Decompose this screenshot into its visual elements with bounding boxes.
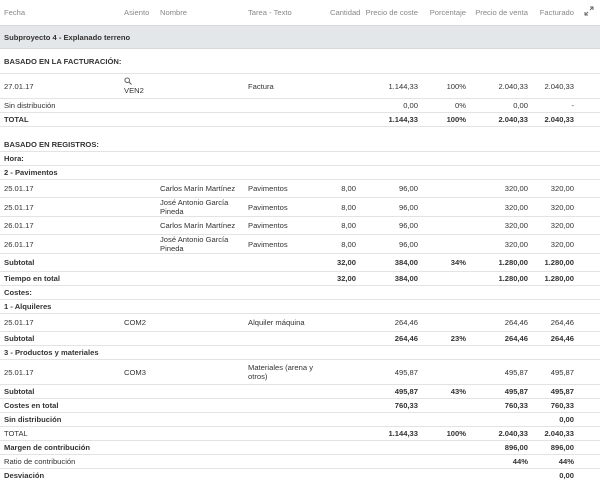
column-header-asiento[interactable]: Asiento — [120, 0, 156, 26]
asiento-link[interactable]: VEN2 — [124, 86, 144, 95]
column-header-tarea[interactable]: Tarea - Texto — [244, 0, 326, 26]
search-icon[interactable] — [124, 77, 132, 85]
table-row: 27.01.17 VEN2 Factura 1.144,33 100% 2.04… — [0, 73, 600, 99]
subtotal-row: Subtotal 495,87 43% 495,87 495,87 — [0, 384, 600, 399]
group-header: 3 - Productos y materiales — [0, 345, 600, 360]
subproject-title: Subproyecto 4 - Explanado terreno — [0, 25, 600, 49]
table-row: 25.01.17 COM2 Alquiler máquina 264,46 26… — [0, 313, 600, 332]
total-row: TOTAL 1.144,33 100% 2.040,33 2.040,33 — [0, 426, 600, 441]
total-row: Sin distribución 0,00 — [0, 412, 600, 427]
expand-icon[interactable] — [584, 6, 594, 16]
column-header-precio-venta[interactable]: Precio de venta — [470, 0, 532, 26]
table-row: 26.01.17 José Antonio García Pineda Pavi… — [0, 234, 600, 254]
section-title-facturacion: BASADO EN LA FACTURACIÓN: — [4, 56, 122, 66]
section-title-registros: BASADO EN REGISTROS: — [0, 126, 600, 152]
group-header: 1 - Alquileres — [0, 299, 600, 314]
column-header-cantidad[interactable]: Cantidad — [326, 0, 360, 26]
table-row: 26.01.17 Carlos Marín Martínez Pavimento… — [0, 216, 600, 235]
total-row: Margen de contribución 896,00 896,00 — [0, 440, 600, 455]
report-view: Fecha Asiento Nombre Tarea - Texto Canti… — [0, 0, 600, 483]
column-header-nombre[interactable]: Nombre — [156, 0, 244, 26]
table-row: Sin distribución 0,00 0% 0,00 - — [0, 98, 600, 113]
asiento-link[interactable]: COM3 — [120, 359, 244, 385]
table-row: 25.01.17 Carlos Marín Martínez Pavimento… — [0, 179, 600, 198]
total-row: Tiempo en total 32,00 384,00 1.280,00 1.… — [0, 271, 600, 286]
table-header: Fecha Asiento Nombre Tarea - Texto Canti… — [0, 0, 600, 26]
column-header-fecha[interactable]: Fecha — [0, 0, 120, 26]
subtotal-row: Subtotal 264,46 23% 264,46 264,46 — [0, 331, 600, 346]
table-row: 25.01.17 José Antonio García Pineda Pavi… — [0, 197, 600, 217]
section-header: BASADO EN LA FACTURACIÓN: — [0, 49, 600, 74]
column-header-porcentaje[interactable]: Porcentaje — [422, 0, 470, 26]
subtotal-row: Subtotal 32,00 384,00 34% 1.280,00 1.280… — [0, 253, 600, 272]
group-header: Costes: — [0, 285, 600, 300]
column-header-precio-coste[interactable]: Precio de coste — [360, 0, 422, 26]
group-header: Hora: — [0, 151, 600, 166]
report-table: Fecha Asiento Nombre Tarea - Texto Canti… — [0, 0, 600, 483]
total-row: TOTAL 1.144,33 100% 2.040,33 2.040,33 — [0, 112, 600, 127]
subproject-row: Subproyecto 4 - Explanado terreno — [0, 25, 600, 49]
table-row: 25.01.17 COM3 Materiales (arena y otros)… — [0, 359, 600, 385]
total-row: Ratio de contribución 44% 44% — [0, 454, 600, 469]
group-header: 2 - Pavimentos — [0, 165, 600, 180]
section-header: BASADO EN REGISTROS: — [0, 126, 600, 152]
total-row: Costes en total 760,33 760,33 760,33 — [0, 398, 600, 413]
asiento-link[interactable]: COM2 — [120, 313, 244, 332]
column-header-facturado[interactable]: Facturado — [532, 0, 578, 26]
